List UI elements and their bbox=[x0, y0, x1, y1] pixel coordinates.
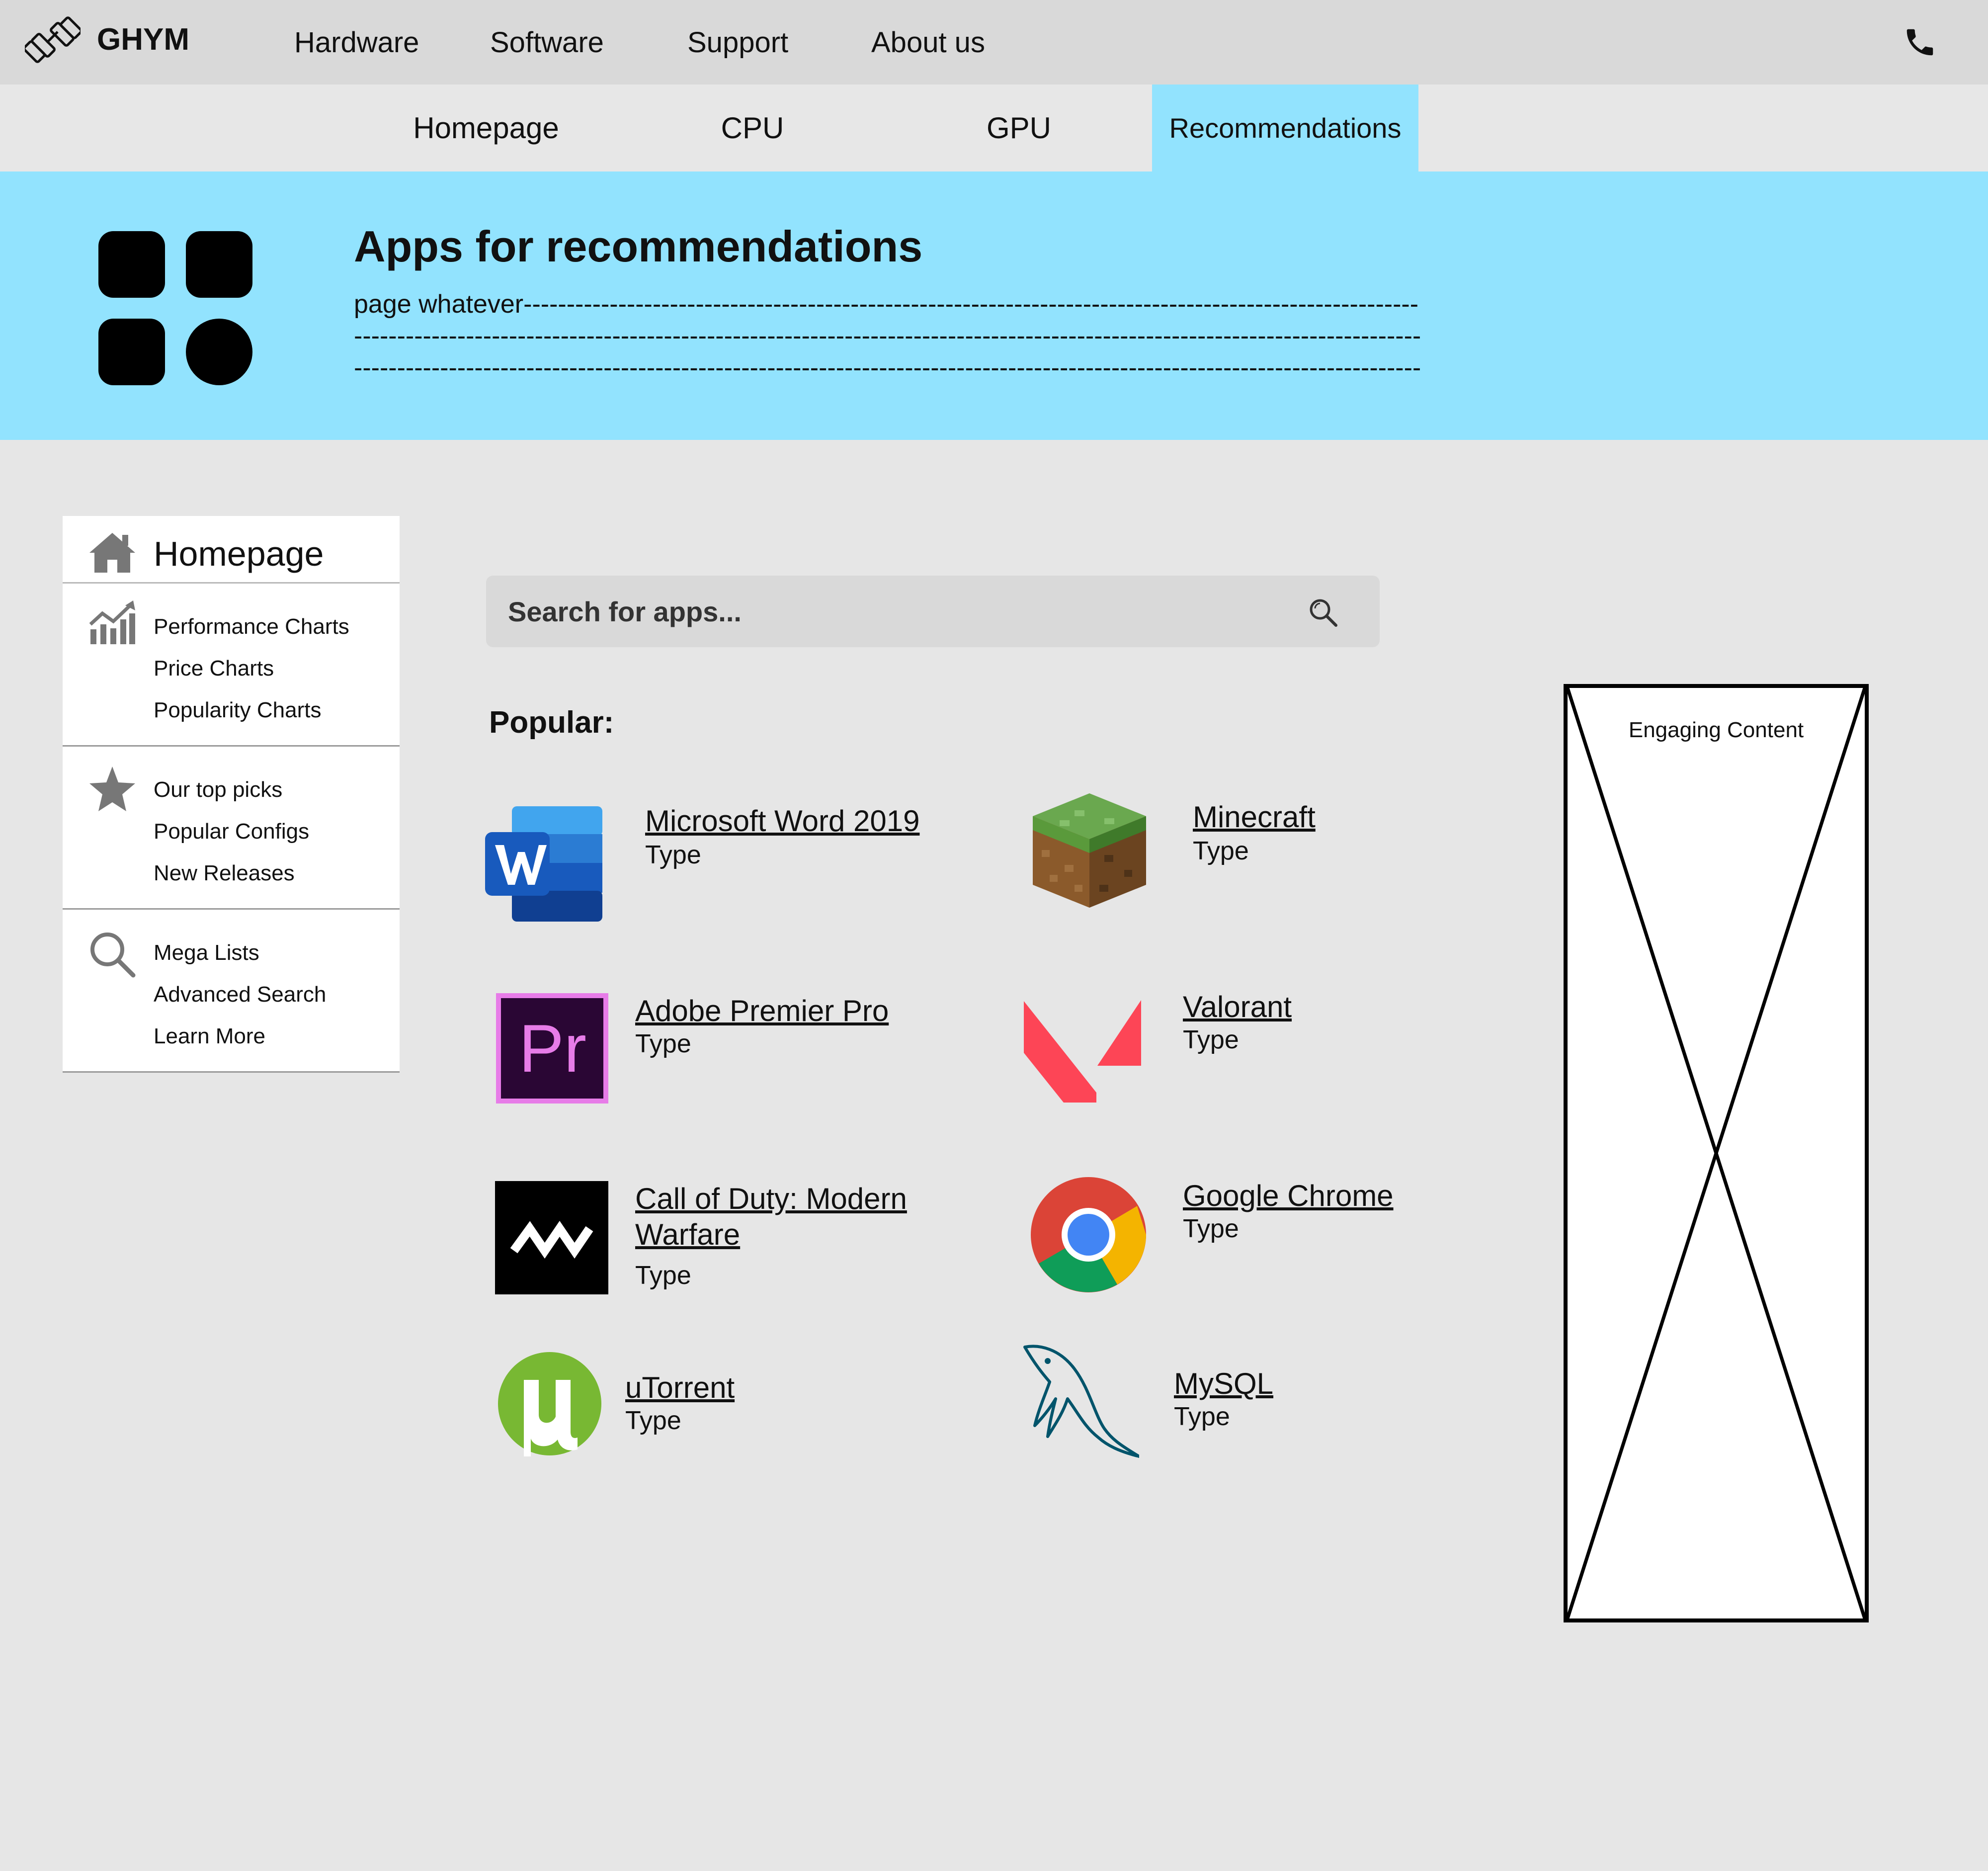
word-icon[interactable] bbox=[485, 804, 604, 924]
tab-cpu[interactable]: CPU bbox=[619, 85, 886, 171]
top-bar: GHYM Hardware Software Support About us bbox=[0, 0, 1988, 85]
app-name-valorant[interactable]: Valorant bbox=[1183, 989, 1292, 1025]
tab-gpu[interactable]: GPU bbox=[886, 85, 1152, 171]
cod-mw-icon[interactable] bbox=[495, 1181, 614, 1300]
tab-recommendations[interactable]: Recommendations bbox=[1152, 85, 1418, 171]
tab-homepage[interactable]: Homepage bbox=[353, 85, 619, 171]
sidebar-item-advanced-search[interactable]: Advanced Search bbox=[154, 982, 326, 1007]
brand-name[interactable]: GHYM bbox=[97, 22, 189, 57]
sidebar-item-performance-charts[interactable]: Performance Charts bbox=[154, 614, 349, 639]
premiere-icon[interactable]: Pr bbox=[494, 991, 613, 1110]
app-type-chrome: Type bbox=[1183, 1214, 1239, 1243]
nav-hardware[interactable]: Hardware bbox=[294, 26, 419, 59]
chrome-icon[interactable] bbox=[1030, 1176, 1149, 1295]
ad-placeholder[interactable]: Engaging Content bbox=[1564, 684, 1869, 1622]
apps-grid-icon bbox=[98, 231, 253, 386]
utorrent-icon[interactable] bbox=[497, 1350, 616, 1469]
sidebar: Homepage Performance Charts Price Charts… bbox=[63, 516, 400, 1073]
placeholder-cross-icon bbox=[1568, 688, 1865, 1618]
app-name-premiere[interactable]: Adobe Premier Pro bbox=[635, 993, 889, 1029]
sidebar-item-new-releases[interactable]: New Releases bbox=[154, 861, 295, 886]
app-search-bar bbox=[486, 576, 1380, 647]
nav-about-us[interactable]: About us bbox=[871, 26, 985, 59]
sidebar-item-price-charts[interactable]: Price Charts bbox=[154, 656, 274, 681]
page-description: page whatever---------------------------… bbox=[354, 290, 1421, 388]
app-type-word: Type bbox=[645, 841, 701, 869]
ad-label: Engaging Content bbox=[1628, 718, 1804, 742]
dumbbell-icon[interactable] bbox=[25, 14, 81, 66]
sidebar-group-picks: Our top picks Popular Configs New Releas… bbox=[63, 747, 400, 910]
app-name-utorrent[interactable]: uTorrent bbox=[625, 1370, 735, 1406]
app-name-word[interactable]: Microsoft Word 2019 bbox=[645, 803, 919, 839]
minecraft-icon[interactable] bbox=[1030, 790, 1149, 910]
search-icon[interactable] bbox=[1307, 596, 1339, 628]
valorant-icon[interactable] bbox=[1022, 995, 1141, 1114]
popular-heading: Popular: bbox=[489, 705, 614, 740]
search-icon bbox=[90, 933, 136, 978]
sub-nav: Homepage CPU GPU Recommendations bbox=[0, 85, 1988, 171]
sidebar-group-search: Mega Lists Advanced Search Learn More bbox=[63, 910, 400, 1073]
nav-support[interactable]: Support bbox=[687, 26, 788, 59]
app-name-chrome[interactable]: Google Chrome bbox=[1183, 1178, 1394, 1214]
home-icon bbox=[89, 533, 135, 573]
sidebar-item-learn-more[interactable]: Learn More bbox=[154, 1024, 265, 1049]
app-name-cod-mw[interactable]: Call of Duty: Modern Warfare bbox=[635, 1181, 953, 1253]
app-name-minecraft[interactable]: Minecraft bbox=[1193, 799, 1316, 835]
mysql-icon[interactable] bbox=[1020, 1339, 1139, 1458]
sidebar-homepage-label: Homepage bbox=[154, 534, 324, 573]
sidebar-item-mega-lists[interactable]: Mega Lists bbox=[154, 940, 259, 965]
app-type-cod-mw: Type bbox=[635, 1261, 691, 1290]
app-name-mysql[interactable]: MySQL bbox=[1174, 1366, 1273, 1402]
sidebar-item-popular-configs[interactable]: Popular Configs bbox=[154, 819, 309, 844]
app-type-minecraft: Type bbox=[1193, 837, 1249, 865]
sidebar-homepage[interactable]: Homepage bbox=[63, 516, 400, 584]
page-title: Apps for recommendations bbox=[354, 222, 923, 271]
nav-software[interactable]: Software bbox=[490, 26, 604, 59]
app-type-premiere: Type bbox=[635, 1029, 691, 1058]
sidebar-group-charts: Performance Charts Price Charts Populari… bbox=[63, 584, 400, 747]
app-type-valorant: Type bbox=[1183, 1025, 1239, 1054]
app-type-mysql: Type bbox=[1174, 1402, 1230, 1431]
app-type-utorrent: Type bbox=[625, 1406, 681, 1435]
phone-icon[interactable] bbox=[1903, 25, 1937, 60]
chart-icon bbox=[89, 600, 135, 644]
star-icon bbox=[89, 766, 135, 811]
svg-text:Pr: Pr bbox=[519, 1011, 586, 1086]
sidebar-item-top-picks[interactable]: Our top picks bbox=[154, 777, 282, 802]
search-input[interactable] bbox=[508, 590, 1283, 633]
sidebar-item-popularity-charts[interactable]: Popularity Charts bbox=[154, 698, 321, 723]
